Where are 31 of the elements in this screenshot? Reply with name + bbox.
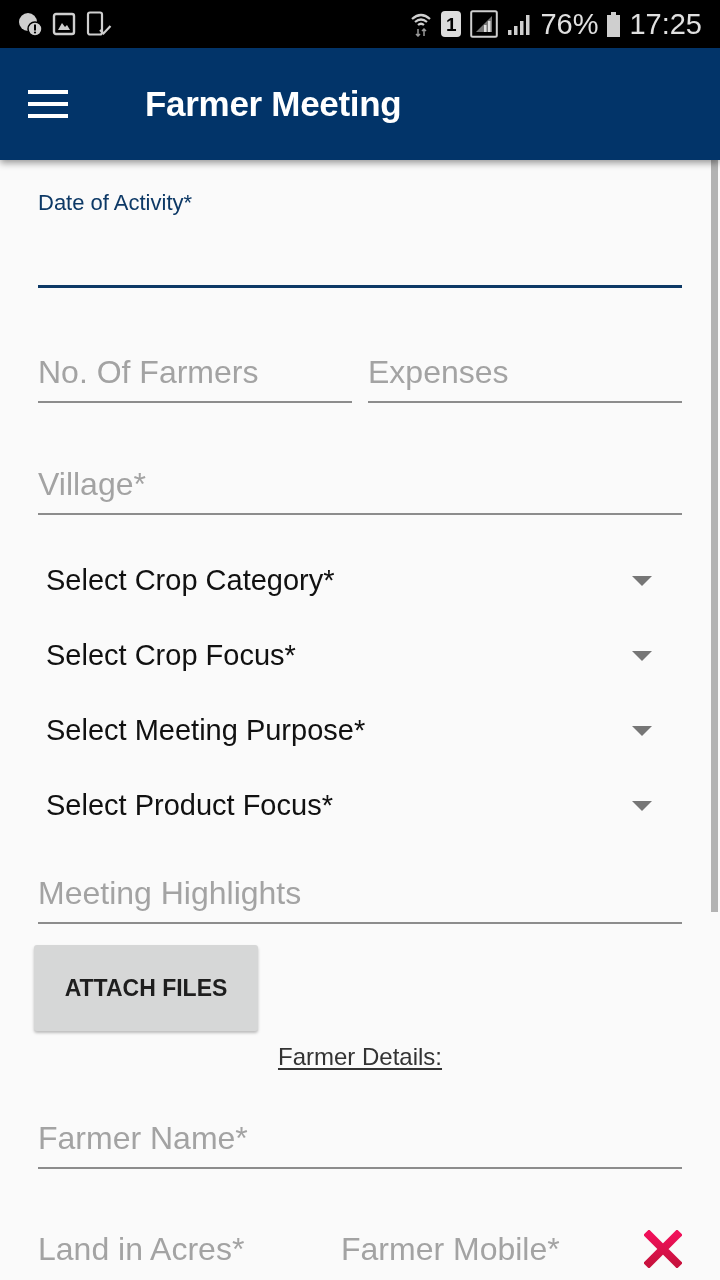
signal-icon <box>507 12 532 36</box>
farmer-name-input-field[interactable]: Farmer Name* <box>38 1109 682 1169</box>
clock-time: 17:25 <box>629 7 702 41</box>
text-input-field[interactable]: Expenses <box>368 343 682 403</box>
phone-check-icon <box>86 11 112 37</box>
page-title: Farmer Meeting <box>145 83 402 125</box>
delete-icon[interactable] <box>644 1230 682 1268</box>
attach-files-button[interactable]: ATTACH FILES <box>34 945 258 1031</box>
caret-icon <box>632 800 652 811</box>
text-input-field[interactable]: Farmer Mobile* <box>341 1219 624 1279</box>
sim-badge: 1 <box>441 11 462 37</box>
signal-box-icon <box>470 10 499 38</box>
caret-icon <box>632 650 652 661</box>
image-icon <box>52 12 76 36</box>
wifi-icon <box>410 11 433 37</box>
section-heading: Farmer Details: <box>278 1043 442 1071</box>
caret-icon <box>632 725 652 736</box>
battery-percent: 76% <box>540 7 599 41</box>
caret-icon <box>632 575 652 586</box>
village-input-field[interactable]: Village* <box>38 455 682 515</box>
battery-icon <box>607 11 621 37</box>
dropdown-select[interactable]: Select Product Focus* <box>38 768 682 843</box>
disc-alert-icon <box>18 12 42 36</box>
text-input-field[interactable]: No. Of Farmers <box>38 343 352 403</box>
dropdown-select[interactable]: Select Crop Category* <box>38 543 682 618</box>
menu-button[interactable] <box>28 90 68 118</box>
date-label: Date of Activity* <box>38 190 194 216</box>
dropdown-select[interactable]: Select Crop Focus* <box>38 618 682 693</box>
text-input-field[interactable]: Land in Acres* <box>38 1219 321 1279</box>
dropdown-select[interactable]: Select Meeting Purpose* <box>38 693 682 768</box>
highlights-input-field[interactable]: Meeting Highlights <box>38 864 682 924</box>
